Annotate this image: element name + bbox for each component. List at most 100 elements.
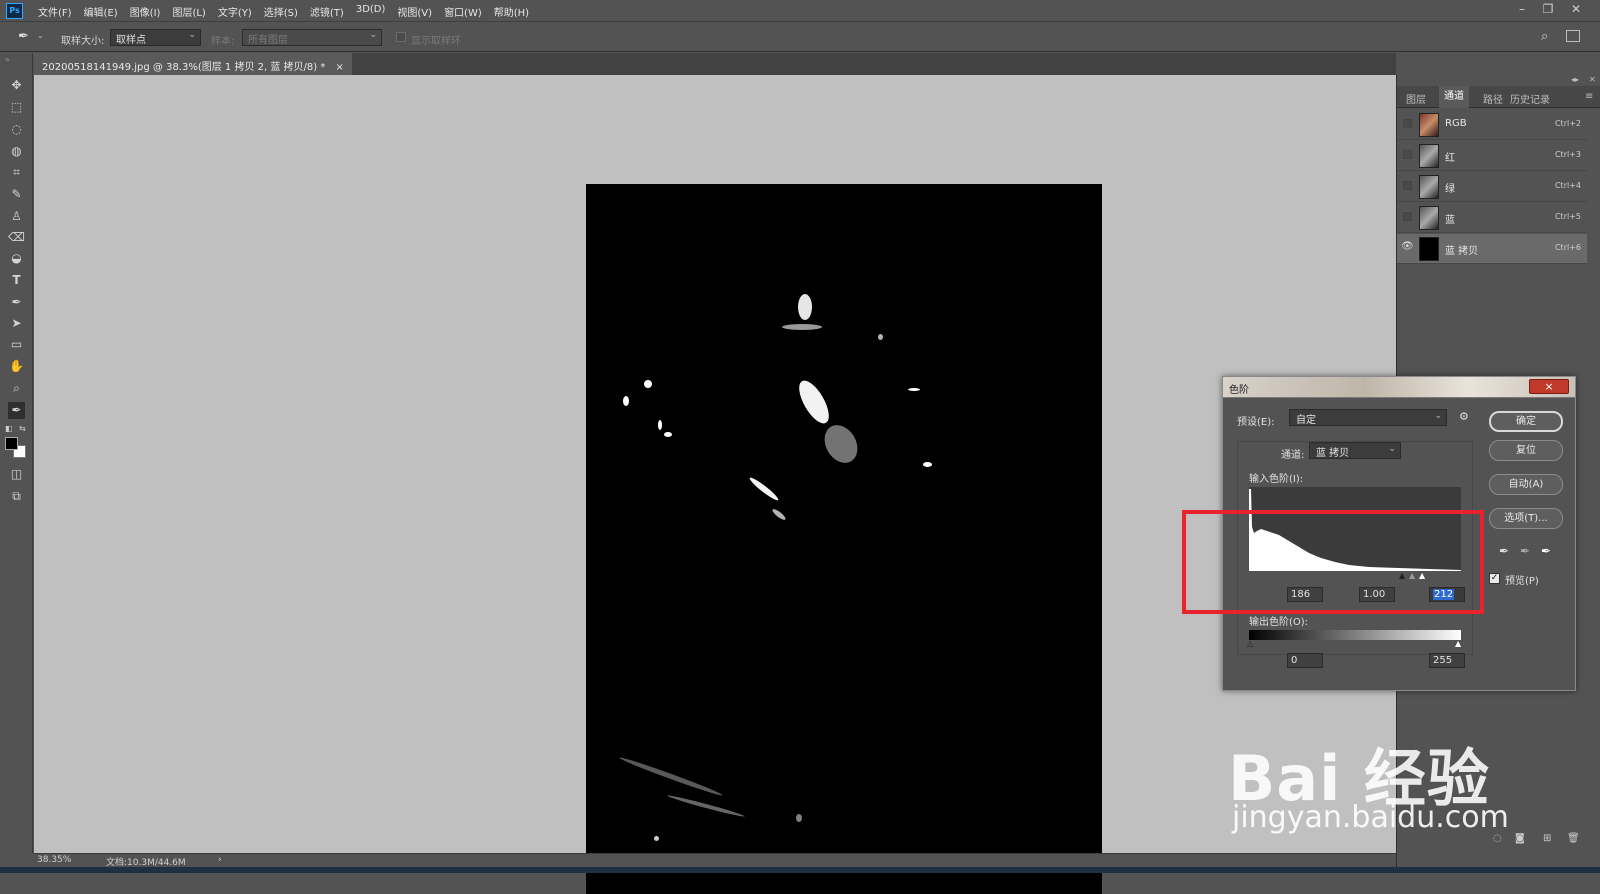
eyedropper-preset-icon[interactable]: ✒ bbox=[18, 29, 34, 45]
reset-button[interactable]: 复位 bbox=[1489, 440, 1563, 461]
menu-bar: Ps 文件(F) 编辑(E) 图像(I) 图层(L) 文字(Y) 选择(S) 滤… bbox=[0, 0, 1600, 22]
menu-edit[interactable]: 编辑(E) bbox=[84, 4, 118, 19]
auto-button[interactable]: 自动(A) bbox=[1489, 474, 1563, 495]
highlight-spot bbox=[618, 755, 724, 798]
options-bar: ✒ ⌄ 取样大小: 取样点 ⌄ 样本: 所有图层 ⌄ 显示取样环 ⌕ bbox=[0, 23, 1600, 52]
options-button[interactable]: 选项(T)... bbox=[1489, 508, 1563, 529]
channel-row-green[interactable]: 绿 Ctrl+4 bbox=[1397, 172, 1587, 202]
hand-tool-icon[interactable]: ✋ bbox=[8, 358, 25, 375]
document-image[interactable] bbox=[586, 184, 1102, 894]
trash-icon[interactable]: 🗑 bbox=[1567, 833, 1580, 844]
tab-close-icon[interactable]: × bbox=[336, 62, 344, 73]
save-selection-icon[interactable]: ◙ bbox=[1515, 833, 1525, 844]
highlight-spot bbox=[923, 462, 932, 467]
bucket-tool-icon[interactable]: ◒ bbox=[8, 250, 25, 267]
channel-row-red[interactable]: 红 Ctrl+3 bbox=[1397, 141, 1587, 171]
gray-eyedropper-icon[interactable]: ✒ bbox=[1517, 544, 1533, 560]
menu-image[interactable]: 图像(I) bbox=[130, 4, 161, 19]
menu-layer[interactable]: 图层(L) bbox=[172, 4, 205, 19]
shape-tool-icon[interactable]: ▭ bbox=[8, 336, 25, 353]
new-channel-icon[interactable]: ⊞ bbox=[1543, 833, 1551, 844]
channel-row-blue[interactable]: 蓝 Ctrl+5 bbox=[1397, 203, 1587, 233]
move-tool-icon[interactable]: ✥ bbox=[8, 77, 25, 94]
path-select-tool-icon[interactable]: ➤ bbox=[8, 315, 25, 332]
tab-history[interactable]: 历史记录 bbox=[1510, 91, 1550, 106]
black-eyedropper-icon[interactable]: ✒ bbox=[1496, 544, 1512, 560]
visibility-toggle[interactable] bbox=[1403, 181, 1412, 190]
highlight-spot bbox=[878, 334, 883, 340]
output-white-field[interactable]: 255 bbox=[1429, 653, 1465, 668]
visibility-toggle[interactable] bbox=[1403, 212, 1412, 221]
swap-colors-icon[interactable]: ⇆ bbox=[19, 424, 26, 433]
menu-filter[interactable]: 滤镜(T) bbox=[310, 4, 344, 19]
annotation-highlight bbox=[1182, 510, 1484, 614]
tools-panel: » ✥ ⬚ ◌ ◍ ⌗ ✎ ♙ ⌫ ◒ T ✒ ➤ ▭ ✋ ⌕ ✒ ◧ ⇆ ◫ … bbox=[0, 53, 33, 853]
white-eyedropper-icon[interactable]: ✒ bbox=[1538, 544, 1554, 560]
chevron-down-icon[interactable]: ⌄ bbox=[37, 31, 44, 40]
close-panel-icon[interactable]: ✕ bbox=[1589, 75, 1596, 84]
quick-mask-icon[interactable]: ◫ bbox=[8, 466, 25, 483]
search-icon[interactable]: ⌕ bbox=[1541, 29, 1548, 44]
highlight-spot bbox=[623, 396, 629, 406]
stamp-tool-icon[interactable]: ♙ bbox=[8, 208, 25, 225]
default-colors-icon[interactable]: ◧ bbox=[5, 424, 13, 433]
panel-menu-icon[interactable]: ≡ bbox=[1585, 91, 1593, 102]
show-ring-checkbox[interactable] bbox=[396, 32, 406, 42]
eye-icon[interactable]: 👁 bbox=[1401, 241, 1414, 255]
sample-size-select[interactable]: 取样点 ⌄ bbox=[110, 29, 201, 46]
highlight-spot bbox=[782, 324, 822, 330]
output-black-field[interactable]: 0 bbox=[1287, 653, 1323, 668]
foreground-color-swatch[interactable] bbox=[5, 437, 18, 450]
zoom-tool-icon[interactable]: ⌕ bbox=[8, 380, 25, 397]
menu-file[interactable]: 文件(F) bbox=[38, 4, 72, 19]
menu-3d[interactable]: 3D(D) bbox=[356, 4, 386, 19]
menu-select[interactable]: 选择(S) bbox=[264, 4, 298, 19]
menu-type[interactable]: 文字(Y) bbox=[218, 4, 252, 19]
gear-icon[interactable]: ⚙ bbox=[1459, 410, 1469, 423]
pen-tool-icon[interactable]: ✒ bbox=[8, 294, 25, 311]
ok-button[interactable]: 确定 bbox=[1489, 411, 1563, 432]
output-white-slider[interactable]: ▲ bbox=[1455, 639, 1461, 648]
visibility-toggle[interactable] bbox=[1403, 150, 1412, 159]
dialog-titlebar[interactable]: 色阶 × bbox=[1223, 377, 1575, 398]
zoom-level[interactable]: 38.35% bbox=[37, 855, 71, 865]
document-tab[interactable]: 20200518141949.jpg @ 38.3%(图层 1 拷贝 2, 蓝 … bbox=[34, 53, 352, 75]
channel-select[interactable]: 蓝 拷贝 ⌄ bbox=[1309, 442, 1401, 459]
menu-window[interactable]: 窗口(W) bbox=[444, 4, 482, 19]
preset-select[interactable]: 自定 ⌄ bbox=[1289, 409, 1447, 426]
collapse-panel-icon[interactable]: ◂▸ bbox=[1571, 75, 1579, 84]
highlight-spot bbox=[654, 836, 659, 841]
type-tool-icon[interactable]: T bbox=[8, 272, 25, 289]
output-black-slider[interactable]: △ bbox=[1247, 639, 1253, 648]
menu-view[interactable]: 视图(V) bbox=[397, 4, 432, 19]
marquee-tool-icon[interactable]: ⬚ bbox=[8, 99, 25, 116]
canvas-area[interactable] bbox=[34, 75, 1396, 894]
preset-value: 自定 bbox=[1296, 415, 1316, 426]
sample-select[interactable]: 所有图层 ⌄ bbox=[242, 29, 382, 46]
quick-select-tool-icon[interactable]: ◍ bbox=[8, 143, 25, 160]
window-close-icon[interactable]: ✕ bbox=[1566, 2, 1586, 18]
eyedropper-tool-icon[interactable]: ✒ bbox=[8, 402, 25, 419]
tab-channels[interactable]: 通道 bbox=[1439, 86, 1469, 108]
collapse-icon[interactable]: » bbox=[5, 55, 10, 64]
channel-thumbnail bbox=[1419, 175, 1439, 199]
minimize-icon[interactable]: – bbox=[1512, 2, 1532, 18]
screen-mode-icon[interactable]: ⧉ bbox=[8, 488, 25, 505]
channel-row-rgb[interactable]: RGB Ctrl+2 bbox=[1397, 110, 1587, 140]
visibility-toggle[interactable] bbox=[1403, 119, 1412, 128]
channel-name: 绿 bbox=[1445, 184, 1455, 195]
tab-paths[interactable]: 路径 bbox=[1483, 91, 1503, 106]
close-icon[interactable]: × bbox=[1529, 379, 1569, 394]
channel-row-blue-copy[interactable]: 👁 蓝 拷贝 Ctrl+6 bbox=[1397, 234, 1587, 264]
output-gradient bbox=[1249, 630, 1461, 640]
menu-help[interactable]: 帮助(H) bbox=[494, 4, 529, 19]
eraser-tool-icon[interactable]: ⌫ bbox=[8, 229, 25, 246]
crop-tool-icon[interactable]: ⌗ bbox=[8, 164, 25, 181]
status-menu-arrow[interactable]: › bbox=[218, 855, 222, 865]
lasso-tool-icon[interactable]: ◌ bbox=[8, 121, 25, 138]
brush-tool-icon[interactable]: ✎ bbox=[8, 186, 25, 203]
workspace-icon[interactable] bbox=[1566, 30, 1580, 42]
tab-layers[interactable]: 图层 bbox=[1406, 91, 1426, 106]
restore-icon[interactable]: ❐ bbox=[1538, 2, 1558, 18]
preview-checkbox[interactable]: ✓ bbox=[1489, 573, 1500, 584]
